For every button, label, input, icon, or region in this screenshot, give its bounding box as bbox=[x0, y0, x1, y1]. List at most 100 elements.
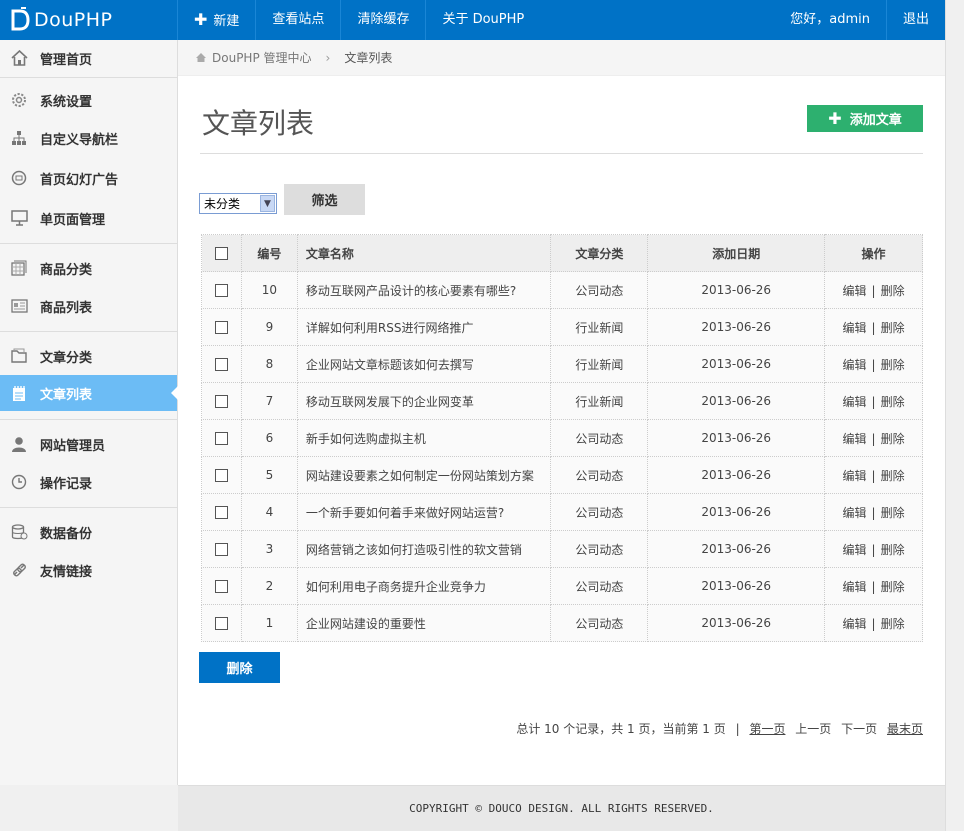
delete-link[interactable]: 删除 bbox=[881, 580, 905, 594]
column-header-name[interactable]: 文章名称 bbox=[296, 234, 552, 272]
row-id: 3 bbox=[240, 530, 298, 568]
row-checkbox[interactable] bbox=[214, 617, 228, 630]
sidebar-divider bbox=[0, 243, 177, 244]
edit-link[interactable]: 编辑 bbox=[843, 617, 867, 631]
presentation-icon bbox=[10, 209, 28, 227]
table-row: 6 新手如何选购虚拟主机 公司动态 2013-06-26 编辑 | 删除 bbox=[201, 419, 923, 457]
filter-button[interactable]: 筛选 bbox=[284, 184, 365, 215]
column-header-category[interactable]: 文章分类 bbox=[550, 234, 649, 272]
database-icon bbox=[10, 523, 28, 541]
row-category: 公司动态 bbox=[550, 271, 649, 309]
row-date: 2013-06-26 bbox=[647, 456, 826, 494]
sidebar-item-home[interactable]: 管理首页 bbox=[0, 40, 177, 76]
new-button[interactable]: ✚ 新建 bbox=[178, 0, 257, 40]
view-site-link[interactable]: 查看站点 bbox=[256, 0, 342, 40]
breadcrumb-home-link[interactable]: DouPHP 管理中心 bbox=[212, 49, 312, 66]
row-id: 8 bbox=[240, 345, 298, 383]
pagination-last[interactable]: 最末页 bbox=[887, 722, 923, 736]
logout-link[interactable]: 退出 bbox=[887, 0, 945, 40]
row-actions: 编辑 | 删除 bbox=[824, 271, 923, 309]
logo-mark-icon bbox=[9, 7, 31, 33]
row-title: 一个新手要如何着手来做好网站运营? bbox=[296, 493, 552, 531]
edit-link[interactable]: 编辑 bbox=[843, 358, 867, 372]
delete-link[interactable]: 删除 bbox=[881, 395, 905, 409]
row-checkbox[interactable] bbox=[214, 432, 228, 445]
delete-link[interactable]: 删除 bbox=[881, 284, 905, 298]
select-all-checkbox[interactable] bbox=[214, 247, 228, 260]
edit-link[interactable]: 编辑 bbox=[843, 432, 867, 446]
pagination-next[interactable]: 下一页 bbox=[841, 722, 877, 736]
delete-link[interactable]: 删除 bbox=[881, 358, 905, 372]
row-checkbox[interactable] bbox=[214, 395, 228, 408]
row-category: 公司动态 bbox=[550, 604, 649, 642]
row-checkbox[interactable] bbox=[214, 321, 228, 334]
sidebar-item-article-category[interactable]: 文章分类 bbox=[0, 338, 177, 374]
delete-link[interactable]: 删除 bbox=[881, 617, 905, 631]
delete-link[interactable]: 删除 bbox=[881, 543, 905, 557]
add-article-button[interactable]: ✚ 添加文章 bbox=[807, 105, 923, 132]
sidebar-item-article-list[interactable]: 文章列表 bbox=[0, 375, 178, 411]
sidebar-item-nav[interactable]: 自定义导航栏 bbox=[0, 120, 177, 156]
delete-link[interactable]: 删除 bbox=[881, 321, 905, 335]
sidebar-item-product-category[interactable]: 商品分类 bbox=[0, 250, 177, 286]
row-checkbox[interactable] bbox=[214, 543, 228, 556]
row-actions: 编辑 | 删除 bbox=[824, 530, 923, 568]
pagination-first[interactable]: 第一页 bbox=[749, 722, 785, 736]
sidebar-item-label: 操作记录 bbox=[40, 476, 93, 492]
row-actions: 编辑 | 删除 bbox=[824, 456, 923, 494]
row-actions: 编辑 | 删除 bbox=[824, 419, 923, 457]
row-checkbox[interactable] bbox=[214, 580, 228, 593]
sidebar-item-pages[interactable]: 单页面管理 bbox=[0, 200, 177, 236]
row-title: 移动互联网产品设计的核心要素有哪些? bbox=[296, 271, 552, 309]
row-date: 2013-06-26 bbox=[647, 308, 826, 346]
column-header-date[interactable]: 添加日期 bbox=[647, 234, 826, 272]
delete-link[interactable]: 删除 bbox=[881, 469, 905, 483]
edit-link[interactable]: 编辑 bbox=[843, 543, 867, 557]
row-checkbox[interactable] bbox=[214, 284, 228, 297]
user-greeting[interactable]: 您好，admin bbox=[774, 0, 887, 40]
pagination-separator: | bbox=[735, 722, 740, 736]
delete-link[interactable]: 删除 bbox=[881, 432, 905, 446]
window-scrollbar[interactable] bbox=[945, 0, 964, 831]
delete-selected-button[interactable]: 删除 bbox=[199, 652, 280, 683]
row-title: 移动互联网发展下的企业网变革 bbox=[296, 382, 552, 420]
table-row: 5 网站建设要素之如何制定一份网站策划方案 公司动态 2013-06-26 编辑 | 删除 bbox=[201, 456, 923, 494]
pagination-prev[interactable]: 上一页 bbox=[795, 722, 831, 736]
sidebar-item-backup[interactable]: 数据备份 bbox=[0, 514, 177, 550]
sidebar-divider bbox=[0, 331, 177, 332]
sidebar-item-settings[interactable]: 系统设置 bbox=[0, 82, 177, 118]
clear-cache-link[interactable]: 清除缓存 bbox=[341, 0, 427, 40]
sidebar-item-product-list[interactable]: 商品列表 bbox=[0, 288, 177, 324]
edit-link[interactable]: 编辑 bbox=[843, 395, 867, 409]
action-separator: | bbox=[871, 431, 876, 446]
sidebar-item-slides[interactable]: 首页幻灯广告 bbox=[0, 160, 177, 196]
clock-icon bbox=[10, 473, 28, 491]
edit-link[interactable]: 编辑 bbox=[843, 284, 867, 298]
sidebar-item-admins[interactable]: 网站管理员 bbox=[0, 426, 177, 462]
logo[interactable]: DouPHP bbox=[0, 0, 178, 40]
delete-link[interactable]: 删除 bbox=[881, 506, 905, 520]
row-title: 企业网站建设的重要性 bbox=[296, 604, 552, 642]
action-separator: | bbox=[871, 616, 876, 631]
row-date: 2013-06-26 bbox=[647, 271, 826, 309]
list-card-icon bbox=[10, 297, 28, 315]
sidebar-item-links[interactable]: 友情链接 bbox=[0, 552, 177, 588]
edit-link[interactable]: 编辑 bbox=[843, 321, 867, 335]
row-checkbox[interactable] bbox=[214, 469, 228, 482]
edit-link[interactable]: 编辑 bbox=[843, 580, 867, 594]
row-date: 2013-06-26 bbox=[647, 345, 826, 383]
edit-link[interactable]: 编辑 bbox=[843, 506, 867, 520]
row-checkbox-cell bbox=[201, 308, 242, 346]
row-checkbox[interactable] bbox=[214, 358, 228, 371]
row-checkbox[interactable] bbox=[214, 506, 228, 519]
column-header-id[interactable]: 编号 bbox=[240, 234, 298, 272]
category-filter-select[interactable]: 未分类 ▼ bbox=[199, 193, 277, 214]
plus-icon: ✚ bbox=[828, 109, 842, 128]
row-id: 10 bbox=[240, 271, 298, 309]
edit-link[interactable]: 编辑 bbox=[843, 469, 867, 483]
footer: COPYRIGHT © DOUCO DESIGN. ALL RIGHTS RES… bbox=[178, 785, 945, 831]
pagination: 总计 10 个记录，共 1 页，当前第 1 页 | 第一页 上一页 下一页 最末… bbox=[516, 720, 923, 737]
sidebar-item-logs[interactable]: 操作记录 bbox=[0, 464, 177, 500]
row-actions: 编辑 | 删除 bbox=[824, 493, 923, 531]
about-link[interactable]: 关于 DouPHP bbox=[426, 0, 540, 40]
